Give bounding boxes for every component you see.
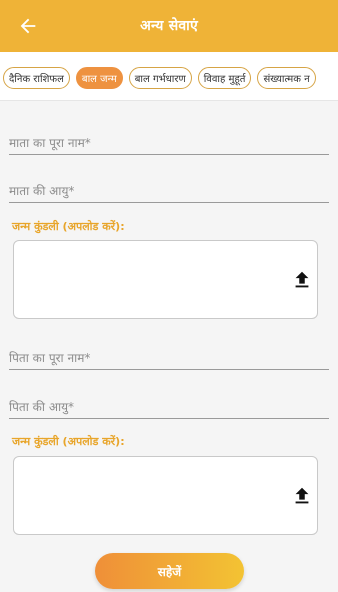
upload-icon[interactable] (291, 484, 313, 508)
mother-name-input[interactable]: माता का पूरा नाम* (9, 130, 329, 155)
father-name-input[interactable]: पिता का पूरा नाम* (9, 345, 329, 370)
father-age-input[interactable]: पिता की आयु* (9, 394, 329, 419)
father-kundli-label: जन्म कुंडली (अपलोड करें): (12, 435, 125, 448)
save-button[interactable]: सहेजें (95, 553, 244, 589)
tab-daily-horoscope[interactable]: दैनिक राशिफल (3, 67, 70, 89)
service-tabs: दैनिक राशिफल बाल जन्म बाल गर्भधारण विवाह… (0, 52, 338, 101)
mother-age-input[interactable]: माता की आयु* (9, 178, 329, 203)
mother-kundli-upload[interactable] (13, 240, 318, 319)
tab-child-conception[interactable]: बाल गर्भधारण (128, 67, 192, 89)
tab-child-birth[interactable]: बाल जन्म (75, 67, 123, 89)
tab-numerology[interactable]: संख्यात्मक न (257, 67, 316, 89)
upload-icon[interactable] (291, 268, 313, 292)
mother-kundli-label: जन्म कुंडली (अपलोड करें): (12, 220, 125, 233)
tab-marriage-muhurat[interactable]: विवाह मुहूर्त (197, 67, 252, 89)
father-kundli-upload[interactable] (13, 456, 318, 535)
app-header: अन्य सेवाएं (0, 0, 338, 52)
page-title: अन्य सेवाएं (140, 18, 198, 34)
